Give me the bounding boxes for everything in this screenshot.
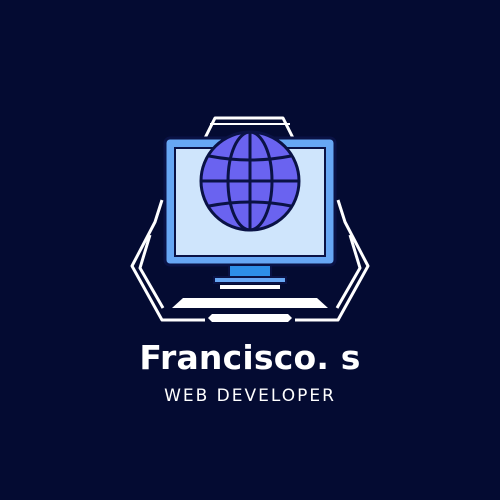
brand-tagline: WEB DEVELOPER xyxy=(164,386,336,406)
computer-globe-icon xyxy=(130,116,370,322)
logo-canvas: Francisco. s WEB DEVELOPER xyxy=(0,0,500,500)
keyboard-base xyxy=(172,298,328,322)
globe xyxy=(199,130,301,232)
brand-name: Francisco. s xyxy=(139,338,361,377)
